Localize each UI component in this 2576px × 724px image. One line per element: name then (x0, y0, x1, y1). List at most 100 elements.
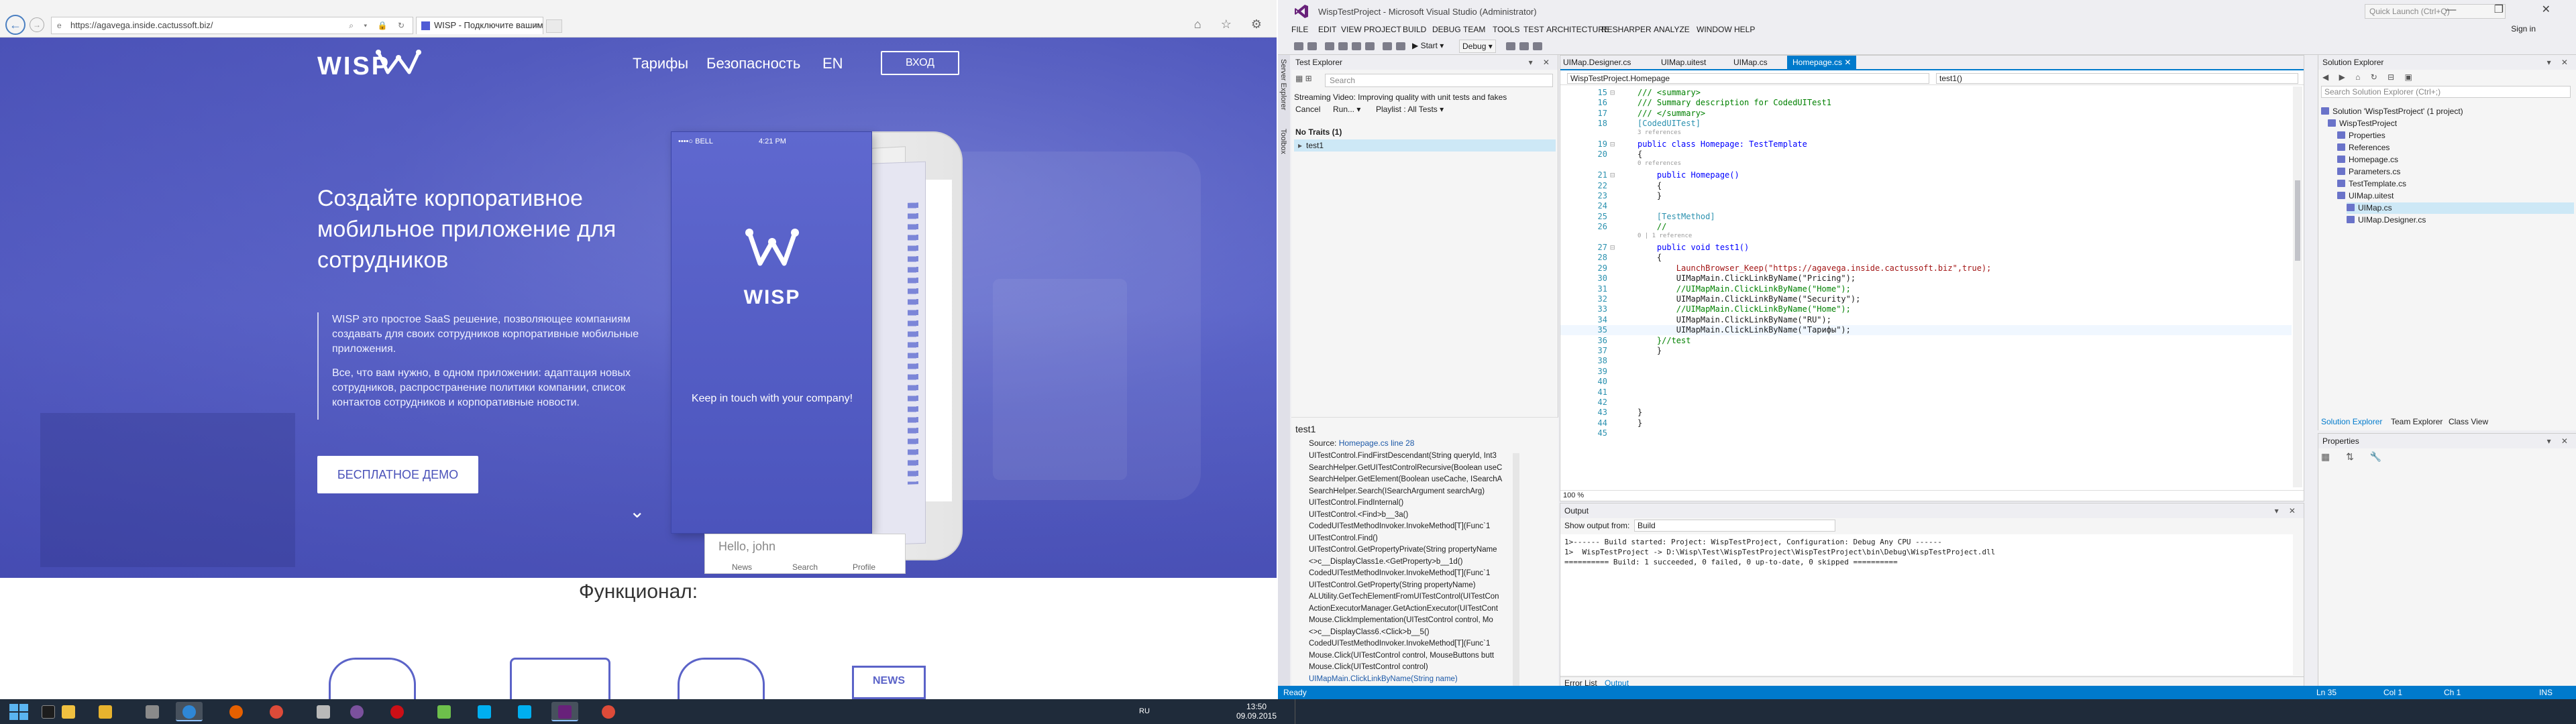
server-explorer-tab[interactable]: Server Explorer (1279, 59, 1287, 110)
solution-tree-item[interactable]: TestTemplate.cs (2337, 178, 2406, 190)
find-icon[interactable] (1506, 42, 1515, 50)
code-line[interactable]: 27 ⊟ public void test1() (1560, 243, 2292, 253)
menu-item-window[interactable]: WINDOW (1697, 25, 1732, 34)
login-button[interactable]: ВХОД (881, 51, 959, 75)
code-line[interactable]: 41 (1560, 387, 2292, 398)
panel-controls-icon[interactable]: ▾ ✕ (1529, 55, 1554, 70)
solution-tree-item[interactable]: UIMap.uitest (2337, 190, 2394, 202)
menu-item-build[interactable]: BUILD (1403, 25, 1426, 34)
solution-tree-item[interactable]: WispTestProject (2328, 118, 2397, 129)
start-button[interactable] (5, 702, 32, 721)
fold-icon[interactable]: ⊟ (1610, 88, 1615, 97)
save-icon[interactable] (1352, 42, 1361, 50)
solution-tree-item[interactable]: References (2337, 142, 2390, 154)
nav-link-pricing[interactable]: Тарифы (633, 55, 688, 72)
menu-item-analyze[interactable]: ANALYZE (1654, 25, 1690, 34)
code-line[interactable]: 22 { (1560, 181, 2292, 191)
taskbar-app-icon[interactable] (263, 702, 290, 721)
code-line[interactable]: 37 } (1560, 346, 2292, 356)
panel-controls-icon[interactable]: ▾ ✕ (2547, 55, 2572, 70)
nav-link-security[interactable]: Безопасность (706, 55, 800, 72)
code-line[interactable]: 18 [CodedUITest] (1560, 119, 2292, 129)
code-line[interactable]: 42 (1560, 398, 2292, 408)
test-group-icon[interactable]: ▦ ⊞ (1295, 74, 1312, 83)
nav-link-language[interactable]: EN (822, 55, 843, 72)
code-line[interactable]: 16 /// Summary description for CodedUITes… (1560, 98, 2292, 108)
redo-icon[interactable] (1396, 42, 1405, 50)
stack-frame-link[interactable]: UIMapMain.ClickLinkByName(String name) (1309, 674, 1511, 686)
code-line[interactable]: 19 ⊟ public class Homepage: TestTemplate (1560, 139, 2292, 149)
menu-item-tools[interactable]: TOOLS (1493, 25, 1519, 34)
back-icon[interactable] (1294, 42, 1303, 50)
source-link[interactable]: Homepage.cs line 28 (1339, 438, 1415, 448)
sign-in-link[interactable]: Sign in (2511, 24, 2536, 34)
solution-tree-item[interactable]: Homepage.cs (2337, 154, 2398, 166)
code-line[interactable]: 34 UIMapMain.ClickLinkByName("RU"); (1560, 315, 2292, 325)
code-line[interactable]: 15 ⊟ /// <summary> (1560, 88, 2292, 98)
code-line[interactable]: 25 [TestMethod] (1560, 212, 2292, 222)
solution-tree-item[interactable]: Properties (2337, 130, 2385, 141)
taskbar-app-icon[interactable] (511, 702, 538, 721)
menu-item-project[interactable]: PROJECT (1364, 25, 1401, 34)
solution-tree-item[interactable]: UIMap.cs (2347, 202, 2574, 214)
tab-solution-explorer[interactable]: Solution Explorer (2321, 417, 2382, 426)
menu-item-debug[interactable]: DEBUG (1432, 25, 1461, 34)
solution-search-input[interactable]: Search Solution Explorer (Ctrl+;) (2321, 86, 2571, 98)
menu-item-help[interactable]: HELP (1734, 25, 1755, 34)
taskbar-app-icon[interactable] (343, 702, 370, 721)
fold-icon[interactable]: ⊟ (1610, 243, 1615, 252)
close-tab-icon[interactable]: × (533, 17, 539, 34)
code-line[interactable]: 26 // (1560, 222, 2292, 232)
code-area[interactable]: 15 ⊟/// <summary> 16/// Summary descriptio… (1560, 86, 2292, 487)
menu-item-view[interactable]: VIEW (1341, 25, 1362, 34)
solution-toolbar-icon[interactable]: ◀ ▶ ⌂ ↻ ⊟ ▣ (2322, 72, 2416, 82)
code-line[interactable]: 36 }//test (1560, 336, 2292, 346)
menu-item-edit[interactable]: EDIT (1318, 25, 1336, 34)
panel-controls-icon[interactable]: ▾ ✕ (2275, 503, 2300, 518)
back-button[interactable]: ← (5, 15, 25, 35)
open-icon[interactable] (1338, 42, 1348, 50)
code-line[interactable]: 20 { (1560, 149, 2292, 160)
code-line[interactable]: 40 (1560, 377, 2292, 387)
taskbar-app-icon[interactable] (139, 702, 166, 721)
code-line[interactable]: 39 (1560, 367, 2292, 377)
fold-icon[interactable]: ⊟ (1610, 170, 1615, 180)
zoom-level[interactable]: 100 % (1560, 490, 2304, 501)
system-clock[interactable]: 13:50 09.09.2015 (1233, 702, 1280, 721)
stack-scrollbar[interactable] (1513, 453, 1519, 688)
bookmark-icon[interactable] (1533, 42, 1542, 50)
undo-icon[interactable] (1383, 42, 1392, 50)
tab-uimap-uitest[interactable]: UIMap.uitest (1661, 58, 1706, 67)
playlist-link[interactable]: Playlist : All Tests ▾ (1376, 105, 1444, 114)
code-line[interactable]: 35 UIMapMain.ClickLinkByName("Тарифы"); (1560, 325, 2292, 336)
panel-controls-icon[interactable]: ▾ ✕ (2547, 434, 2572, 448)
taskbar-app-icon[interactable] (471, 702, 498, 721)
code-line[interactable]: 45 (1560, 428, 2292, 438)
solution-config-combo[interactable]: Debug ▾ (1459, 40, 1496, 53)
menu-item-resharper[interactable]: RESHARPER (1601, 25, 1652, 34)
code-line[interactable]: 33 //UIMapMain.ClickLinkByName("Home"); (1560, 304, 2292, 314)
streaming-video-link[interactable]: Streaming Video: Improving quality with … (1294, 93, 1556, 102)
solution-tree-item[interactable]: Solution 'WispTestProject' (1 project) (2321, 106, 2463, 117)
test-group-header[interactable]: No Traits (1) (1295, 127, 1342, 137)
code-line[interactable]: 28 { (1560, 253, 2292, 263)
tab-uimap-designer[interactable]: UIMap.Designer.cs (1563, 58, 1631, 67)
code-line[interactable]: 32 UIMapMain.ClickLinkByName("Security")… (1560, 294, 2292, 304)
toolbox-tab[interactable]: Toolbox (1279, 129, 1287, 154)
properties-toolbar-icon[interactable]: ▦ ⇅ 🔧 (2321, 451, 2388, 463)
taskbar-app-icon[interactable] (310, 702, 337, 721)
output-source-combo[interactable]: Build (1634, 520, 1835, 532)
code-line[interactable]: 0 | 1 reference (1560, 233, 2292, 243)
address-bar[interactable]: e https://agavega.inside.cactussoft.biz/… (51, 17, 413, 34)
new-project-icon[interactable] (1325, 42, 1334, 50)
code-line[interactable]: 30 UIMapMain.ClickLinkByName("Pricing"); (1560, 274, 2292, 284)
cancel-link[interactable]: Cancel (1295, 105, 1320, 114)
menu-item-architecture[interactable]: ARCHITECTURE (1546, 25, 1609, 34)
taskbar-app-icon[interactable] (384, 702, 411, 721)
taskbar-app-icon[interactable] (551, 702, 578, 721)
scroll-down-icon[interactable]: ⌄ (629, 500, 645, 522)
code-line[interactable]: 3 references (1560, 129, 2292, 139)
solution-tree-item[interactable]: UIMap.Designer.cs (2347, 215, 2426, 226)
new-tab-button[interactable] (546, 19, 562, 33)
show-desktop-button[interactable] (1295, 699, 1299, 724)
